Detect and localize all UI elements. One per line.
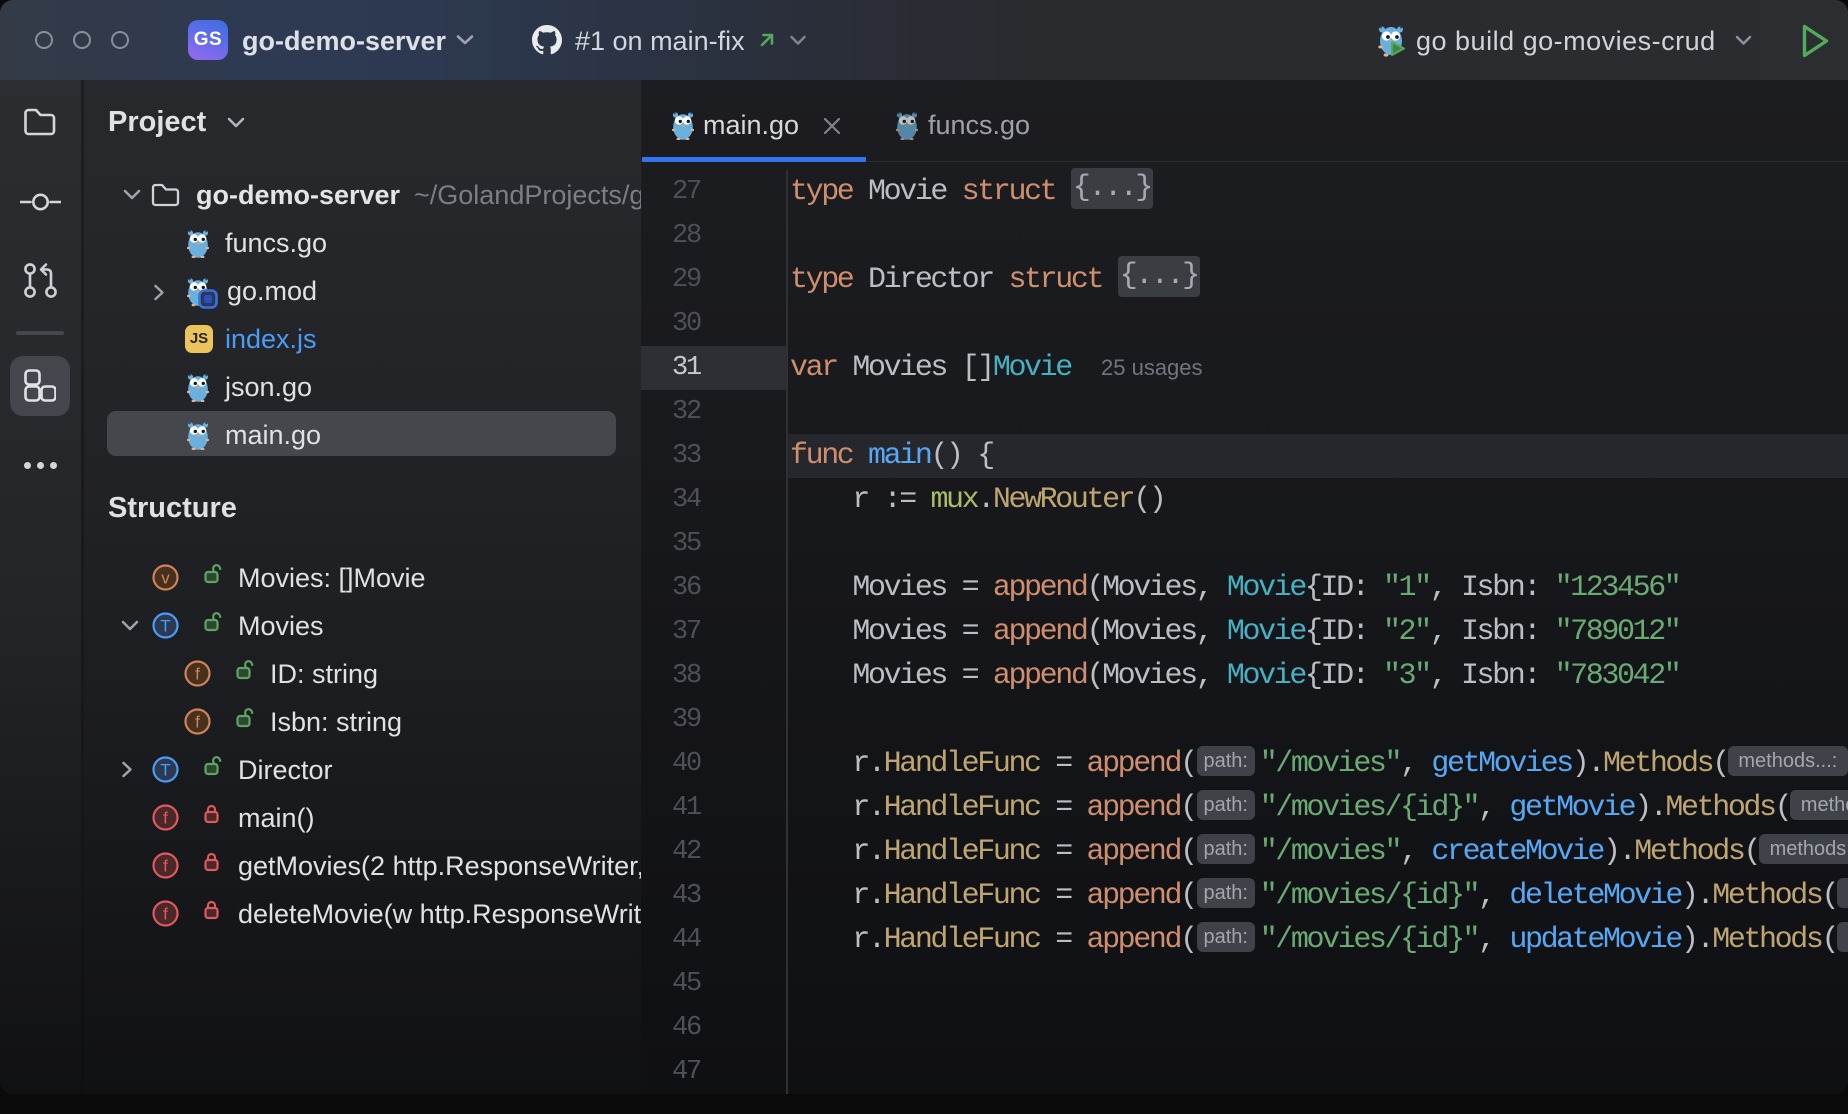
svg-text:f: f: [195, 665, 200, 684]
svg-text:T: T: [160, 761, 170, 780]
svg-text:f: f: [163, 905, 168, 924]
svg-text:f: f: [163, 809, 168, 828]
svg-text:v: v: [161, 569, 170, 588]
svg-text:f: f: [163, 857, 168, 876]
svg-text:T: T: [160, 617, 170, 636]
svg-text:f: f: [195, 713, 200, 732]
